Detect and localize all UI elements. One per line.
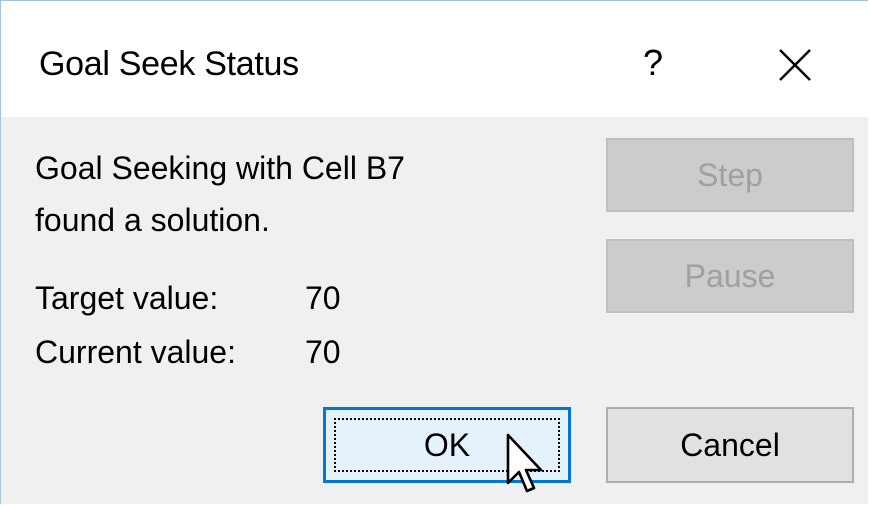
current-value: 70 — [305, 334, 341, 370]
dialog-title: Goal Seek Status — [39, 45, 299, 83]
close-button[interactable] — [765, 35, 825, 95]
step-button-label: Step — [697, 156, 763, 193]
ok-button-label: OK — [423, 426, 471, 463]
status-message: Goal Seeking with Cell B7 found a soluti… — [35, 142, 405, 246]
pause-button-label: Pause — [684, 257, 776, 294]
pause-button[interactable]: Pause — [606, 239, 854, 313]
message-line-2: found a solution. — [35, 202, 270, 238]
current-value-label: Current value: — [35, 334, 236, 370]
step-button[interactable]: Step — [606, 138, 854, 212]
close-icon — [779, 49, 811, 81]
title-bar: Goal Seek Status ? — [1, 1, 870, 117]
cancel-button[interactable]: Cancel — [606, 407, 854, 483]
help-icon: ? — [642, 42, 664, 83]
help-button[interactable]: ? — [629, 35, 677, 91]
mouse-pointer-icon — [506, 433, 543, 493]
cancel-button-label: Cancel — [680, 426, 780, 463]
target-value-label: Target value: — [35, 280, 219, 316]
message-line-1: Goal Seeking with Cell B7 — [35, 150, 405, 186]
goal-seek-status-dialog: Goal Seek Status ? Goal Seeking with Cel… — [0, 0, 870, 504]
target-value: 70 — [305, 280, 341, 316]
